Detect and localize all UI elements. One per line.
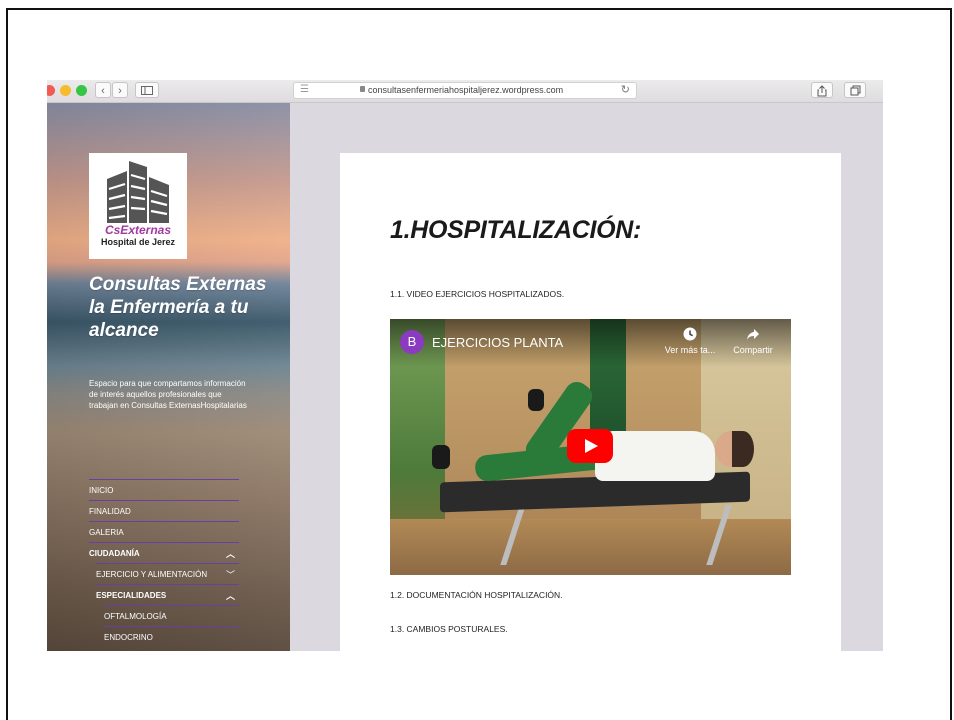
section-3-title: 1.3. CAMBIOS POSTURALES. xyxy=(390,624,508,634)
tabs-icon xyxy=(850,85,860,96)
menu-item-label: INICIO xyxy=(89,486,114,495)
chevron-up-icon[interactable]: ︿ xyxy=(226,543,235,565)
menu-item-galeria[interactable]: GALERIA xyxy=(89,521,239,542)
menu-item-endocrino[interactable]: ENDOCRINO xyxy=(104,626,239,647)
site-logo[interactable]: CsExternas Hospital de Jerez xyxy=(89,153,187,259)
menu-item-label: OFTALMOLOGÍA xyxy=(104,612,167,621)
share-arrow-icon xyxy=(723,327,783,345)
site-title[interactable]: Consultas Externas la Enfermería a tu al… xyxy=(89,273,269,342)
video-frame-scenery xyxy=(500,505,732,565)
watch-later-label: Ver más ta... xyxy=(664,345,716,355)
address-url: consultasenfermeriahospitaljerez.wordpre… xyxy=(368,85,564,95)
minimize-window-button[interactable] xyxy=(60,85,71,96)
share-video-button[interactable]: Compartir xyxy=(723,327,783,355)
logo-title: CsExternas xyxy=(104,223,172,237)
menu-item-label: ESPECIALIDADES xyxy=(96,591,167,600)
chevron-up-icon[interactable]: ︿ xyxy=(226,585,235,607)
youtube-video-embed[interactable]: B EJERCICIOS PLANTA Ver más ta... Compar… xyxy=(390,319,791,575)
page-heading: 1.HOSPITALIZACIÓN: xyxy=(390,216,642,244)
section-2-title: 1.2. DOCUMENTACIÓN HOSPITALIZACIÓN. xyxy=(390,590,563,600)
chevron-right-icon: › xyxy=(118,85,122,97)
video-frame-scenery xyxy=(732,431,754,467)
menu-item-label: EJERCICIO Y ALIMENTACIÓN xyxy=(96,570,208,579)
site-menu: INICIO FINALIDAD GALERIA CIUDADANÍA ︿ EJE… xyxy=(89,468,239,647)
menu-item-label: FINALIDAD xyxy=(89,507,131,516)
menu-item-label: CIUDADANÍA xyxy=(89,549,140,558)
chevron-down-icon[interactable]: ﹀ xyxy=(226,564,235,586)
zoom-window-button[interactable] xyxy=(76,85,87,96)
play-icon[interactable] xyxy=(567,429,613,463)
share-icon xyxy=(817,85,827,97)
menu-item-inicio[interactable]: INICIO xyxy=(89,479,239,500)
menu-item-especialidades[interactable]: ESPECIALIDADES ︿ xyxy=(96,584,239,605)
reader-icon[interactable]: ☰ xyxy=(300,84,309,95)
clock-icon xyxy=(660,327,720,345)
browser-window: ‹ › ☰ consultasenfermeriahospitaljerez.w… xyxy=(47,80,883,651)
lock-icon xyxy=(360,86,365,92)
back-button[interactable]: ‹ xyxy=(95,82,111,98)
share-label: Compartir xyxy=(733,345,773,355)
forward-button[interactable]: › xyxy=(112,82,128,98)
menu-item-ejercicio-alimentacion[interactable]: EJERCICIO Y ALIMENTACIÓN ﹀ xyxy=(96,563,239,584)
site-sidebar: CsExternas Hospital de Jerez Consultas E… xyxy=(47,103,290,651)
browser-toolbar: ‹ › ☰ consultasenfermeriahospitaljerez.w… xyxy=(47,80,883,103)
sidebar-toggle-button[interactable] xyxy=(135,82,159,98)
share-button[interactable] xyxy=(811,82,833,98)
page-content: 1.HOSPITALIZACIÓN: 1.1. VIDEO EJERCICIOS… xyxy=(340,153,841,651)
building-logo-icon xyxy=(107,161,169,223)
close-window-button[interactable] xyxy=(47,85,55,96)
menu-item-ciudadania[interactable]: CIUDADANÍA ︿ xyxy=(89,542,239,563)
video-frame-scenery xyxy=(432,445,450,469)
site-description: Espacio para que compartamos información… xyxy=(89,379,247,410)
video-title[interactable]: EJERCICIOS PLANTA xyxy=(432,335,563,350)
video-frame-scenery xyxy=(528,389,544,411)
logo-subtitle: Hospital de Jerez xyxy=(100,237,176,247)
channel-avatar[interactable]: B xyxy=(400,330,424,354)
section-1-title: 1.1. VIDEO EJERCICIOS HOSPITALIZADOS. xyxy=(390,289,565,299)
chevron-left-icon: ‹ xyxy=(101,85,105,97)
sidebar-icon xyxy=(141,86,153,95)
address-bar[interactable]: ☰ consultasenfermeriahospitaljerez.wordp… xyxy=(293,82,637,99)
menu-item-label: ENDOCRINO xyxy=(104,633,153,642)
tabs-button[interactable] xyxy=(844,82,866,98)
menu-item-oftalmologia[interactable]: OFTALMOLOGÍA xyxy=(104,605,239,626)
watch-later-button[interactable]: Ver más ta... xyxy=(660,327,720,355)
menu-item-finalidad[interactable]: FINALIDAD xyxy=(89,500,239,521)
reload-icon[interactable]: ↻ xyxy=(621,83,630,96)
video-frame-scenery xyxy=(595,431,715,481)
menu-item-label: GALERIA xyxy=(89,528,124,537)
